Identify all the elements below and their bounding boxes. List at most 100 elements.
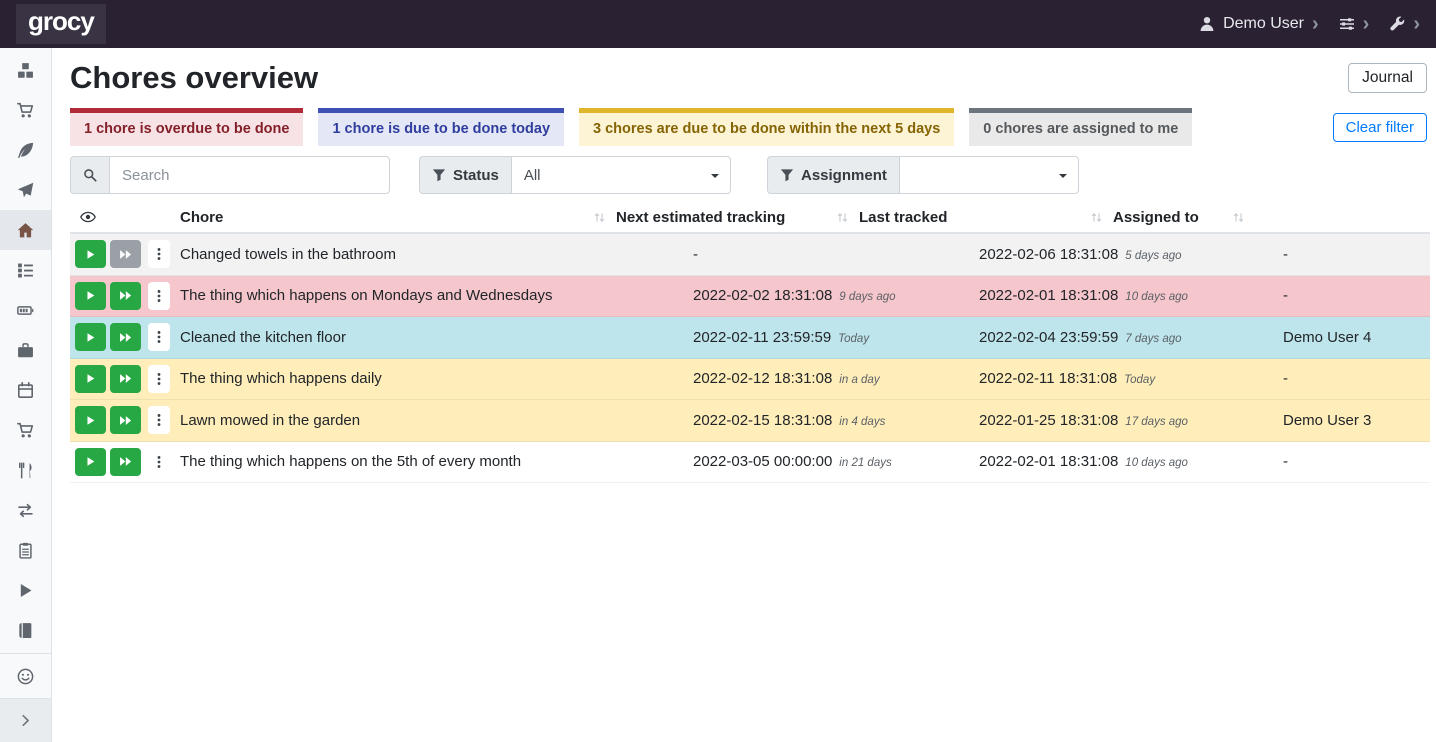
skip-chore-button[interactable] [110,323,141,351]
admin-menu[interactable]: › [1389,16,1420,32]
app: grocy Demo User › › › [0,0,1436,742]
sidebar-item-calendar[interactable] [0,370,51,410]
plane-icon [17,182,34,199]
sort-icon [1090,211,1103,224]
skip-chore-button[interactable] [110,365,141,393]
next-tracking-datetime: - [693,246,698,263]
sidebar-item-play[interactable] [0,570,51,610]
track-chore-button[interactable] [75,323,106,351]
tasks-icon [17,262,34,279]
sliders-icon [1339,16,1355,32]
row-menu-button[interactable] [148,323,170,351]
next-tracking-datetime: 2022-02-02 18:31:08 [693,287,832,304]
filters: Status All Assignment [70,156,1430,194]
track-chore-button[interactable] [75,240,106,268]
user-menu[interactable]: Demo User › [1199,15,1319,33]
sidebar [0,48,52,742]
cart-icon [17,102,34,119]
visibility-column-header[interactable] [70,209,178,225]
boxes-icon [17,62,34,79]
sidebar-item-home[interactable] [0,210,51,250]
row-menu-button[interactable] [148,406,170,434]
sidebar-item-shopping-cart[interactable] [0,90,51,130]
last-tracked-cell: 2022-02-04 23:59:597 days ago [977,329,1281,346]
last-tracked-relative: 7 days ago [1125,333,1181,345]
calendar-icon [17,382,34,399]
last-tracked-cell: 2022-02-01 18:31:0810 days ago [977,287,1281,304]
skip-chore-button[interactable] [110,282,141,310]
status-card-overdue[interactable]: 1 chore is overdue to be done [70,108,303,146]
sidebar-collapse-button[interactable] [0,698,51,742]
next-tracking-relative: in 4 days [839,416,885,428]
skip-chore-button[interactable] [110,240,141,268]
column-label: Next estimated tracking [616,209,785,226]
row-menu-button[interactable] [148,282,170,310]
column-label: Chore [180,209,223,226]
last-tracked-datetime: 2022-02-06 18:31:08 [979,246,1118,263]
status-card-text: 1 chore is due to be done today [332,121,550,137]
eye-icon [80,209,96,225]
sidebar-item-list-check[interactable] [0,250,51,290]
sort-icon [593,211,606,224]
sidebar-item-boxes[interactable] [0,50,51,90]
sidebar-nav [0,48,51,650]
track-chore-button[interactable] [75,282,106,310]
assigned-to-cell: Demo User 3 [1281,412,1430,429]
ellipsis-vertical-icon [152,413,166,427]
track-chore-button[interactable] [75,365,106,393]
home-icon [17,222,34,239]
sidebar-item-book[interactable] [0,610,51,650]
search-input[interactable] [109,156,390,194]
sidebar-item-paper-plane[interactable] [0,170,51,210]
column-header-chore[interactable]: Chore [178,209,614,226]
status-card-soon[interactable]: 3 chores are due to be done within the n… [579,108,954,146]
clear-filter-button[interactable]: Clear filter [1333,113,1427,142]
next-tracking-cell: 2022-02-15 18:31:08in 4 days [691,412,977,429]
skip-chore-button[interactable] [110,448,141,476]
next-tracking-cell: 2022-03-05 00:00:00in 21 days [691,453,977,470]
chores-table: Chore Next estimated tracking Last track… [70,202,1430,483]
clipboard-icon [17,542,34,559]
settings-menu[interactable]: › [1339,16,1370,32]
sidebar-item-quill[interactable] [0,130,51,170]
quill-icon [17,142,34,159]
chore-name: Changed towels in the bathroom [178,246,691,263]
track-chore-button[interactable] [75,406,106,434]
row-menu-button[interactable] [148,448,170,476]
journal-button[interactable]: Journal [1348,63,1427,93]
user-name: Demo User [1223,15,1304,33]
sidebar-item-briefcase[interactable] [0,330,51,370]
status-select[interactable]: All [511,156,731,194]
row-actions [70,282,178,310]
next-tracking-relative: in 21 days [839,457,891,469]
sidebar-item-battery[interactable] [0,290,51,330]
sidebar-item-exchange-arrows[interactable] [0,490,51,530]
last-tracked-datetime: 2022-02-01 18:31:08 [979,453,1118,470]
sidebar-item-shopping-cart-2[interactable] [0,410,51,450]
grocy-logo[interactable]: grocy [16,4,106,43]
table-row: The thing which happens on the 5th of ev… [70,442,1430,484]
ellipsis-vertical-icon [152,330,166,344]
sidebar-item-clipboard-list[interactable] [0,530,51,570]
skip-chore-button[interactable] [110,406,141,434]
track-chore-button[interactable] [75,448,106,476]
briefcase-icon [17,342,34,359]
status-filter: Status All [419,156,731,194]
sidebar-item-utensils[interactable] [0,450,51,490]
status-filter-label: Status [419,156,511,194]
play-icon [85,456,96,467]
status-card-today[interactable]: 1 chore is due to be done today [318,108,564,146]
column-header-next-tracking[interactable]: Next estimated tracking [614,209,857,226]
table-row: Cleaned the kitchen floor 2022-02-11 23:… [70,317,1430,359]
row-menu-button[interactable] [148,240,170,268]
sidebar-item-smiley[interactable] [0,654,51,698]
status-card-assigned[interactable]: 0 chores are assigned to me [969,108,1192,146]
row-menu-button[interactable] [148,365,170,393]
user-icon [1199,16,1215,32]
column-header-assigned-to[interactable]: Assigned to [1111,209,1253,226]
last-tracked-relative: Today [1124,374,1155,386]
next-tracking-cell: 2022-02-02 18:31:089 days ago [691,287,977,304]
smiley-icon [17,668,34,685]
column-header-last-tracked[interactable]: Last tracked [857,209,1111,226]
assignment-select[interactable] [899,156,1079,194]
